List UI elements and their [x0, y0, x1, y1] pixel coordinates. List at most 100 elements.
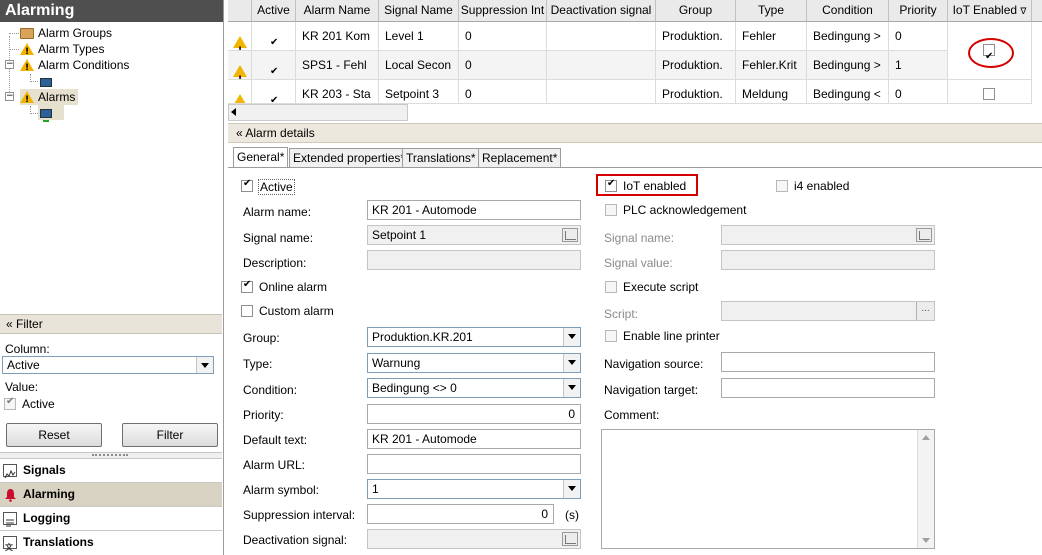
filter-funnel-icon[interactable]: ∇ [1020, 6, 1026, 16]
filter-button[interactable]: Filter [122, 423, 218, 447]
row-type[interactable]: Fehler.Krit [736, 51, 807, 80]
scroll-up-icon[interactable] [922, 435, 930, 440]
row-signal-name[interactable]: Setpoint 3 [379, 80, 459, 104]
grid-header-suppression[interactable]: Suppression Int [459, 0, 547, 22]
row-active-cell[interactable] [252, 22, 296, 51]
filter-header[interactable]: « Filter [0, 314, 222, 334]
grid-header-condition[interactable]: Condition [807, 0, 889, 22]
execute-script-checkbox[interactable] [605, 281, 617, 293]
alarm-details-header[interactable]: « Alarm details [228, 123, 1042, 143]
grid-header-deactivation[interactable]: Deactivation signal [547, 0, 656, 22]
scroll-left-icon[interactable] [231, 108, 236, 116]
row-alarm-name[interactable]: KR 201 Kom [296, 22, 379, 51]
tree-item-alarm-groups[interactable]: Alarm Groups [20, 25, 112, 41]
tab-replacement[interactable]: Replacement* [478, 148, 562, 167]
row-group[interactable]: Produktion. [656, 51, 736, 80]
script-input[interactable]: ... [721, 301, 935, 321]
scroll-down-icon[interactable] [922, 538, 930, 543]
row-group[interactable]: Produktion. [656, 22, 736, 51]
iot-enabled-checkbox[interactable] [983, 88, 995, 100]
tab-general[interactable]: General* [233, 147, 289, 168]
plc-acknowledgement-checkbox[interactable] [605, 204, 617, 216]
tab-extended-properties[interactable]: Extended properties* [289, 148, 410, 167]
row-deactivation[interactable] [547, 80, 656, 104]
nav-logging[interactable]: Logging [0, 506, 222, 530]
row-suppression[interactable]: 0 [459, 80, 547, 104]
priority-input[interactable]: 0 [367, 404, 581, 424]
row-type[interactable]: Meldung [736, 80, 807, 104]
column-select[interactable]: Active [2, 356, 214, 374]
type-select[interactable]: Warnung [367, 353, 581, 373]
nav-alarming[interactable]: Alarming [0, 482, 222, 506]
row-priority[interactable]: 0 [889, 22, 948, 51]
signal-picker-icon[interactable] [562, 228, 578, 242]
suppression-interval-input[interactable]: 0 [367, 504, 554, 524]
tab-translations[interactable]: Translations* [402, 148, 480, 167]
alarm-url-input[interactable] [367, 454, 581, 474]
online-alarm-checkbox[interactable] [241, 279, 253, 293]
line-printer-checkbox[interactable] [605, 330, 617, 342]
grid-header-iot-enabled[interactable]: IoT Enabled ∇ [948, 0, 1032, 22]
row-priority[interactable]: 0 [889, 80, 948, 104]
signal-name-input[interactable]: Setpoint 1 [367, 225, 581, 245]
grid-header-type[interactable]: Type [736, 0, 807, 22]
chevron-down-icon[interactable] [563, 379, 580, 397]
alarm-symbol-select[interactable]: 1 [367, 479, 581, 499]
row-priority[interactable]: 1 [889, 51, 948, 80]
row-active-cell[interactable] [252, 51, 296, 80]
signal-picker-icon[interactable] [916, 228, 932, 242]
row-condition[interactable]: Bedingung > [807, 22, 889, 51]
value-checkbox[interactable] [4, 396, 16, 410]
comment-textarea[interactable] [601, 429, 935, 549]
row-suppression[interactable]: 0 [459, 22, 547, 51]
row-deactivation[interactable] [547, 51, 656, 80]
grid-header-active[interactable]: Active [252, 0, 296, 22]
tree-item-computer-selected[interactable] [38, 104, 64, 122]
deactivation-signal-input[interactable] [367, 529, 581, 549]
active-checkbox[interactable] [268, 57, 280, 79]
grid-header-group[interactable]: Group [656, 0, 736, 22]
row-alarm-name[interactable]: SPS1 - Fehl [296, 51, 379, 80]
collapse-toggle[interactable]: − [5, 92, 14, 101]
chevron-down-icon[interactable] [563, 328, 580, 346]
default-text-input[interactable]: KR 201 - Automode [367, 429, 581, 449]
tree-item-alarm-types[interactable]: Alarm Types [20, 41, 104, 60]
reset-button[interactable]: Reset [6, 423, 102, 447]
plc-signal-name-input[interactable] [721, 225, 935, 245]
row-signal-name[interactable]: Local Secon [379, 51, 459, 80]
browse-ellipsis-icon[interactable]: ... [916, 302, 934, 320]
active-checkbox[interactable] [241, 178, 253, 192]
plc-signal-value-input[interactable] [721, 250, 935, 270]
tree-item-alarms[interactable]: Alarms [20, 89, 79, 108]
row-active-cell[interactable] [252, 80, 296, 104]
row-alarm-name[interactable]: KR 203 - Sta [296, 80, 379, 104]
grid-header-alarm-name[interactable]: Alarm Name [296, 0, 379, 22]
row-condition[interactable]: Bedingung > [807, 51, 889, 80]
custom-alarm-checkbox[interactable] [241, 305, 253, 317]
active-checkbox[interactable] [268, 28, 280, 50]
group-select[interactable]: Produktion.KR.201 [367, 327, 581, 347]
navigation-source-input[interactable] [721, 352, 935, 372]
tree-item-computer[interactable] [40, 73, 58, 91]
condition-select[interactable]: Bedingung <> 0 [367, 378, 581, 398]
grid-header-priority[interactable]: Priority [889, 0, 948, 22]
chevron-down-icon[interactable] [196, 357, 213, 373]
active-checkbox[interactable] [268, 86, 280, 103]
row-signal-name[interactable]: Level 1 [379, 22, 459, 51]
nav-translations[interactable]: 文 Translations [0, 530, 222, 555]
tree-item-alarm-conditions[interactable]: Alarm Conditions [20, 57, 129, 76]
nav-signals[interactable]: Signals [0, 458, 222, 482]
alarm-name-input[interactable]: KR 201 - Automode [367, 200, 581, 220]
chevron-down-icon[interactable] [563, 354, 580, 372]
row-type[interactable]: Fehler [736, 22, 807, 51]
row-iot-cell[interactable] [948, 80, 1032, 104]
navigation-target-input[interactable] [721, 378, 935, 398]
chevron-down-icon[interactable] [563, 480, 580, 498]
row-suppression[interactable]: 0 [459, 51, 547, 80]
row-group[interactable]: Produktion. [656, 80, 736, 104]
row-condition[interactable]: Bedingung < [807, 80, 889, 104]
collapse-toggle[interactable]: − [5, 60, 14, 69]
signal-picker-icon[interactable] [562, 532, 578, 546]
grid-header-signal-name[interactable]: Signal Name [379, 0, 459, 22]
horizontal-scrollbar[interactable] [228, 104, 408, 121]
